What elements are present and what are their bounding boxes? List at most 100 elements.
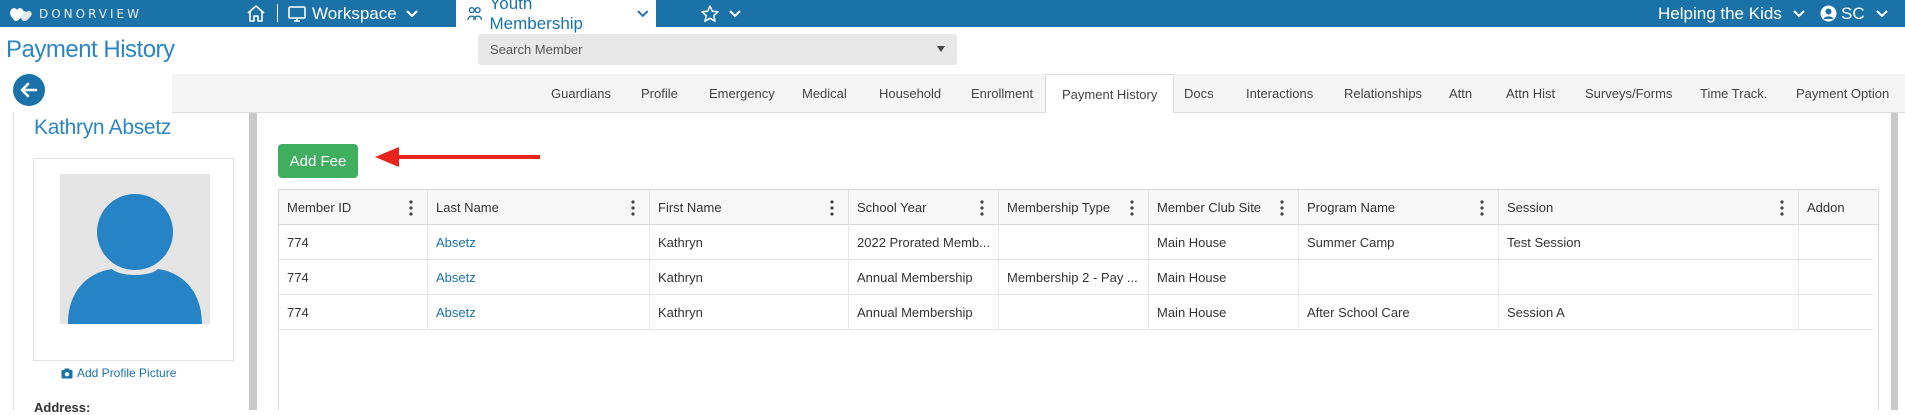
chevron-down-icon: [637, 9, 649, 17]
column-header-membership-type[interactable]: Membership Type: [999, 190, 1149, 225]
cell-school-year: Annual Membership: [849, 295, 999, 330]
top-navigation-bar: DONORVIEW Workspace Youth Membership Hel…: [0, 0, 1905, 33]
tab-payment-history[interactable]: Payment History: [1045, 74, 1175, 114]
user-circle-icon: [1820, 5, 1837, 22]
column-menu-icon[interactable]: [631, 200, 635, 216]
annotation-arrow: [375, 147, 540, 167]
table-row[interactable]: 774 Absetz Kathryn 2022 Prorated Memb...…: [279, 225, 1873, 260]
logo-hearts-icon: [10, 7, 32, 21]
cell-addon: [1799, 260, 1873, 295]
cell-member-id: 774: [279, 295, 428, 330]
search-member-select[interactable]: Search Member: [478, 34, 957, 65]
cell-member-id: 774: [279, 225, 428, 260]
member-tabs: Guardians Profile Emergency Medical Hous…: [172, 74, 1905, 114]
tab-enrollment[interactable]: Enrollment: [971, 74, 1033, 113]
youth-membership-menu[interactable]: Youth Membership: [456, 0, 656, 33]
content-scrollbar[interactable]: [1891, 113, 1898, 410]
cell-member-club-site: Main House: [1149, 225, 1299, 260]
chevron-down-icon: [1793, 9, 1805, 17]
cell-first-name: Kathryn: [650, 225, 849, 260]
cell-member-club-site: Main House: [1149, 295, 1299, 330]
tab-household[interactable]: Household: [879, 74, 941, 113]
profile-panel-scrollbar[interactable]: [249, 113, 257, 410]
column-menu-icon[interactable]: [1480, 200, 1484, 216]
tab-surveys-forms[interactable]: Surveys/Forms: [1585, 74, 1672, 113]
cell-member-club-site: Main House: [1149, 260, 1299, 295]
cell-addon: [1799, 225, 1873, 260]
column-menu-icon[interactable]: [830, 200, 834, 216]
tab-medical[interactable]: Medical: [802, 74, 847, 113]
column-header-member-club-site[interactable]: Member Club Site: [1149, 190, 1299, 225]
cell-addon: [1799, 295, 1873, 330]
avatar: [60, 174, 210, 324]
search-placeholder: Search Member: [490, 42, 583, 57]
add-profile-picture-link[interactable]: Add Profile Picture: [61, 366, 176, 380]
cell-session: Test Session: [1499, 225, 1799, 260]
cell-last-name-link[interactable]: Absetz: [428, 295, 650, 330]
tab-attn-hist[interactable]: Attn Hist: [1506, 74, 1555, 113]
payment-history-table: Member ID Last Name First Name School Ye…: [278, 189, 1879, 410]
chevron-down-icon: [406, 9, 418, 17]
table-row[interactable]: 774 Absetz Kathryn Annual Membership Mai…: [279, 295, 1873, 330]
tab-relationships[interactable]: Relationships: [1344, 74, 1422, 113]
youth-membership-icon: [467, 6, 483, 20]
cell-school-year: Annual Membership: [849, 260, 999, 295]
workspace-label: Workspace: [312, 3, 397, 23]
column-menu-icon[interactable]: [1780, 200, 1784, 216]
column-header-program-name[interactable]: Program Name: [1299, 190, 1499, 225]
column-menu-icon[interactable]: [1280, 200, 1284, 216]
home-icon: [247, 5, 265, 22]
column-header-last-name[interactable]: Last Name: [428, 190, 650, 225]
chevron-down-icon: [729, 9, 741, 17]
cell-membership-type: [999, 295, 1149, 330]
member-name: Kathryn Absetz: [34, 116, 172, 139]
arrow-left-icon: [20, 82, 38, 98]
cell-member-id: 774: [279, 260, 428, 295]
tab-interactions[interactable]: Interactions: [1246, 74, 1313, 113]
cell-program-name: [1299, 260, 1499, 295]
tab-emergency[interactable]: Emergency: [709, 74, 775, 113]
cell-last-name-link[interactable]: Absetz: [428, 225, 650, 260]
column-header-first-name[interactable]: First Name: [650, 190, 849, 225]
column-menu-icon[interactable]: [1130, 200, 1134, 216]
column-header-member-id[interactable]: Member ID: [279, 190, 428, 225]
cell-program-name: Summer Camp: [1299, 225, 1499, 260]
tab-payment-option[interactable]: Payment Option: [1796, 74, 1889, 113]
address-label: Address:: [34, 400, 91, 415]
tab-time-track[interactable]: Time Track.: [1700, 74, 1767, 113]
active-module-label: Youth Membership: [489, 0, 584, 33]
tab-profile[interactable]: Profile: [641, 74, 678, 113]
donorview-logo[interactable]: DONORVIEW: [9, 3, 142, 24]
favorites-menu[interactable]: [700, 3, 742, 24]
cell-last-name-link[interactable]: Absetz: [428, 260, 650, 295]
default-user-silhouette-icon: [68, 194, 202, 324]
tab-attn[interactable]: Attn: [1449, 74, 1472, 113]
workspace-menu[interactable]: Workspace: [287, 0, 424, 27]
back-button[interactable]: [13, 74, 45, 106]
cell-program-name: After School Care: [1299, 295, 1499, 330]
column-menu-icon[interactable]: [980, 200, 984, 216]
user-menu[interactable]: SC: [1820, 0, 1889, 27]
tab-guardians[interactable]: Guardians: [551, 74, 611, 113]
table-row[interactable]: 774 Absetz Kathryn Annual Membership Mem…: [279, 260, 1873, 295]
organization-name: Helping the Kids: [1658, 3, 1782, 23]
nav-divider: [277, 4, 278, 22]
add-profile-picture-label: Add Profile Picture: [77, 366, 177, 380]
cell-first-name: Kathryn: [650, 295, 849, 330]
column-header-session[interactable]: Session: [1499, 190, 1799, 225]
user-initials: SC: [1841, 3, 1865, 23]
organization-menu[interactable]: Helping the Kids: [1658, 0, 1806, 27]
logo-text: DONORVIEW: [39, 6, 142, 21]
table-header: Member ID Last Name First Name School Ye…: [279, 190, 1878, 225]
star-icon: [701, 4, 719, 22]
caret-down-icon: [937, 46, 945, 52]
cell-membership-type: Membership 2 - Pay ...: [999, 260, 1149, 295]
home-button[interactable]: [245, 3, 267, 24]
chevron-down-icon: [1875, 9, 1888, 17]
tab-docs[interactable]: Docs: [1184, 74, 1214, 113]
column-header-addon[interactable]: Addon: [1799, 190, 1874, 225]
avatar-frame: [33, 158, 234, 361]
add-fee-button[interactable]: Add Fee: [278, 144, 358, 178]
column-header-school-year[interactable]: School Year: [849, 190, 999, 225]
column-menu-icon[interactable]: [409, 200, 413, 216]
